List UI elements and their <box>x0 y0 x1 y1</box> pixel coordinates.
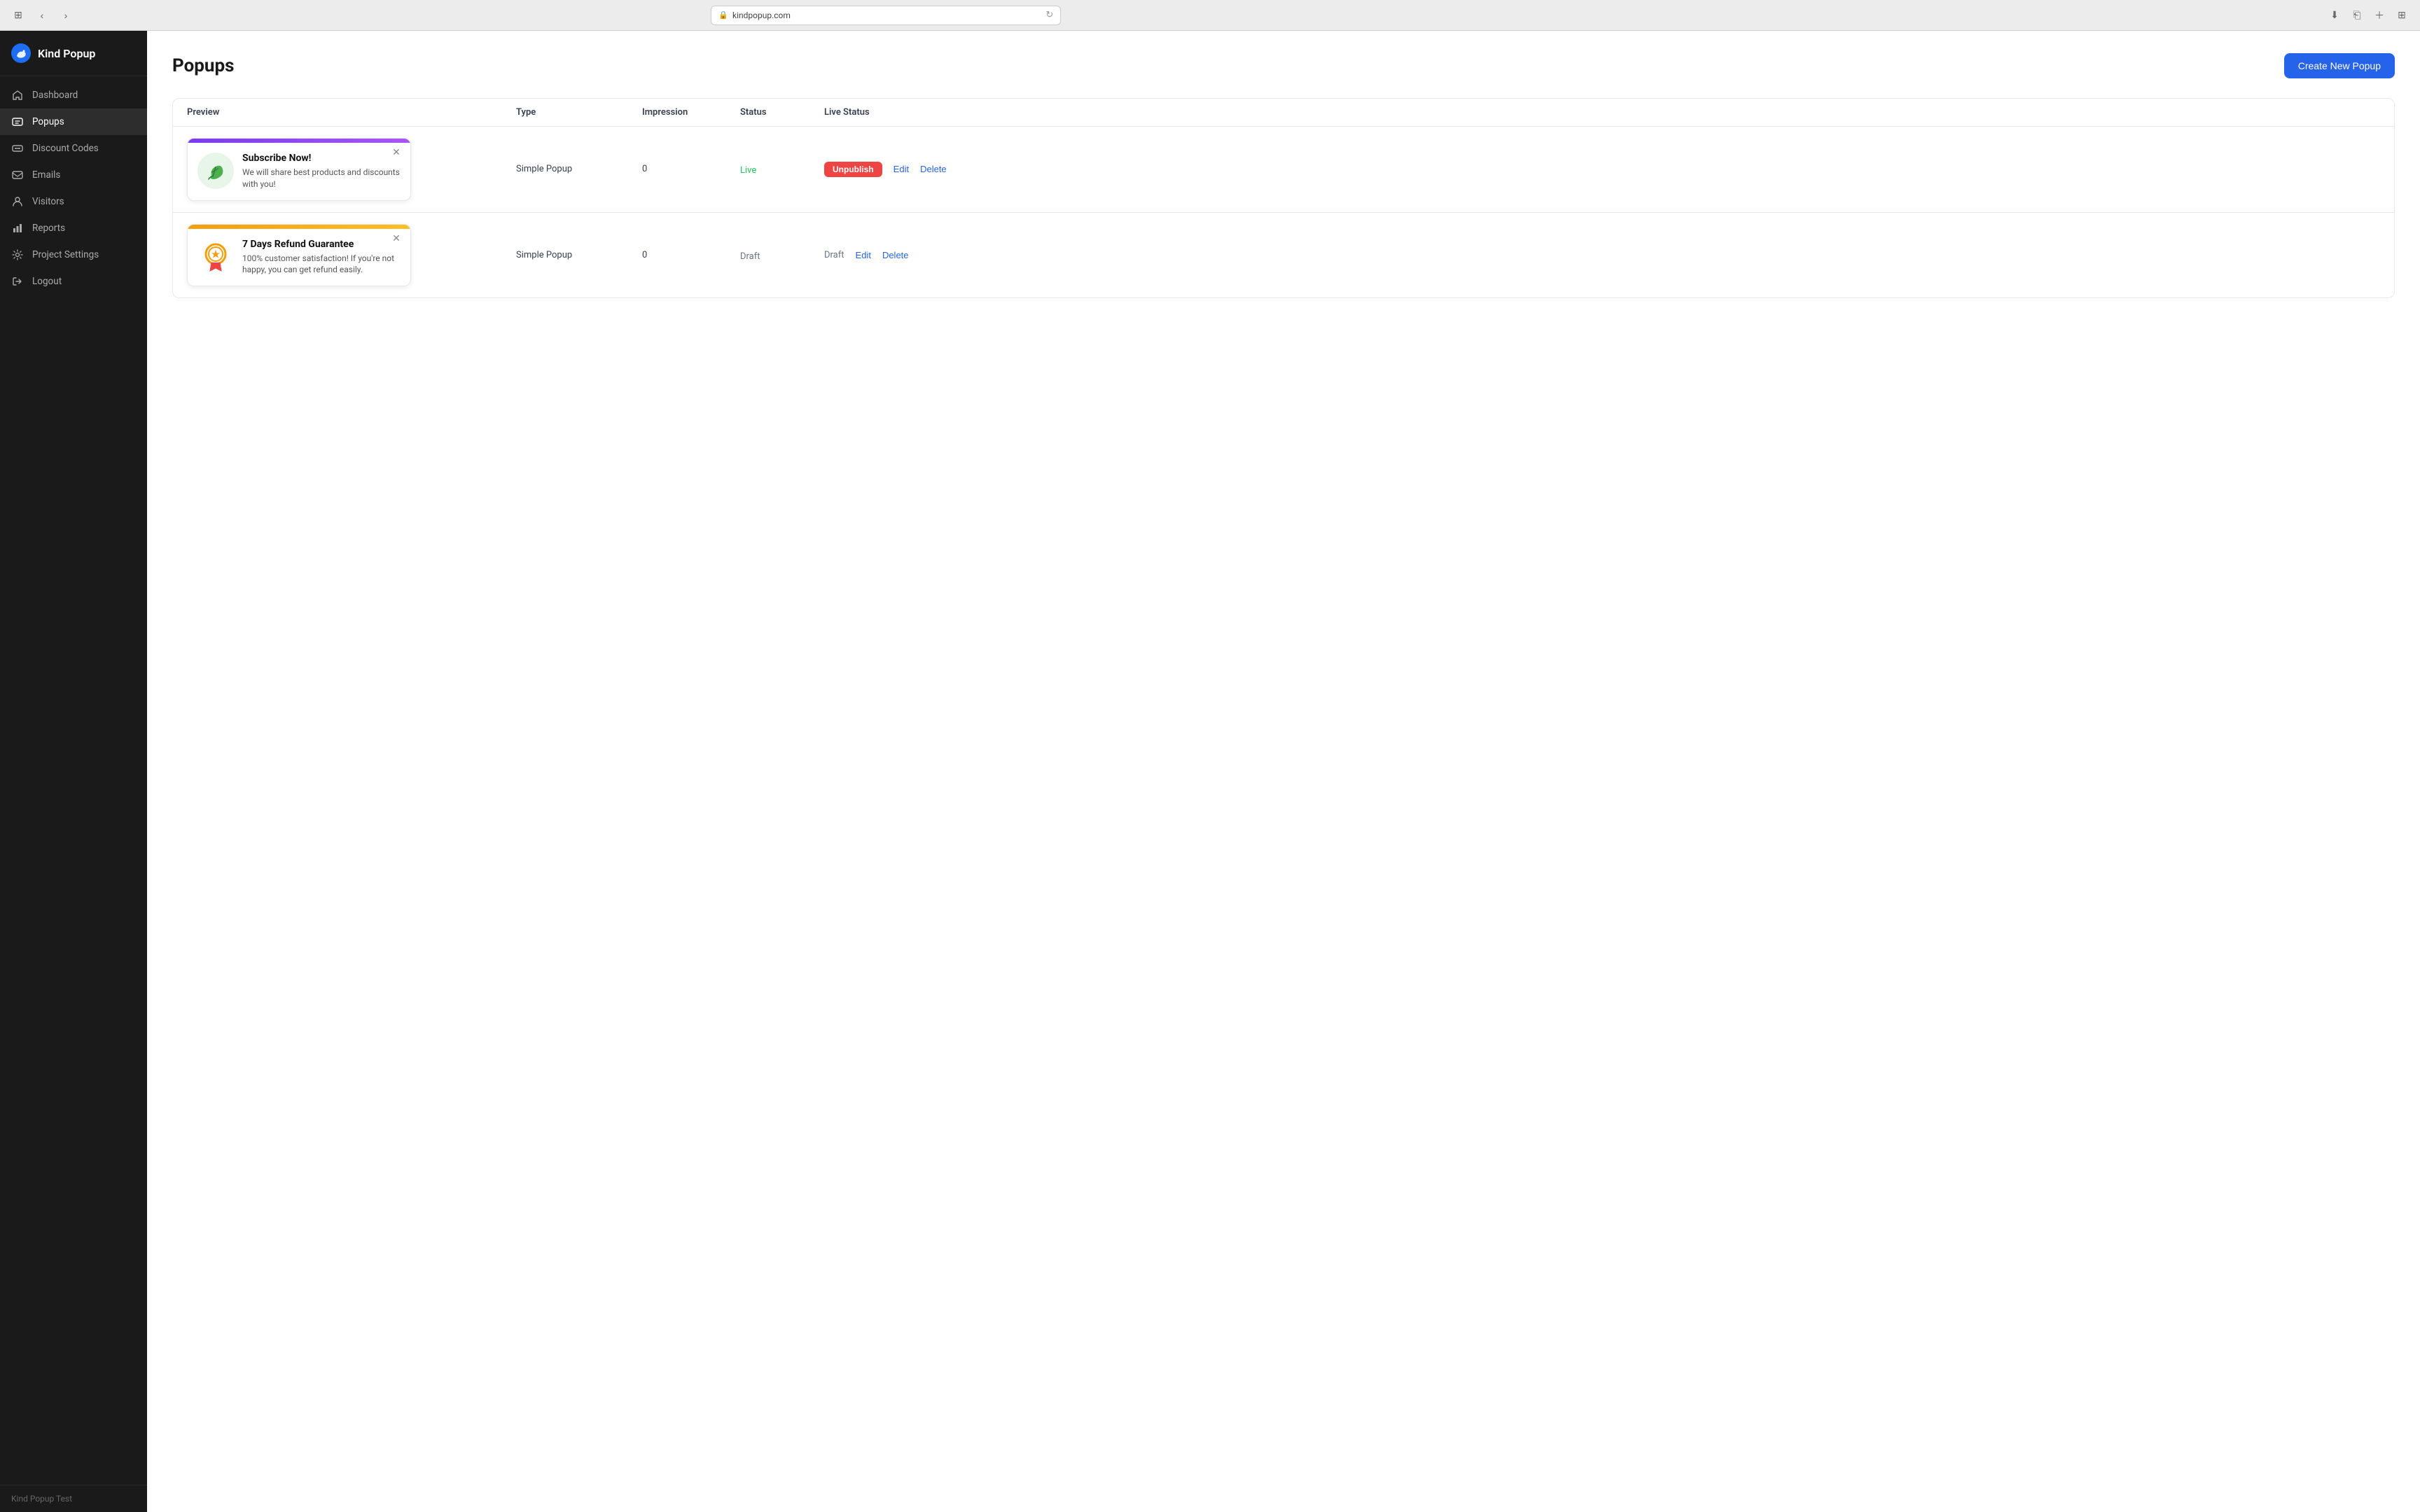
sidebar-item-visitors-label: Visitors <box>32 196 64 207</box>
grid-icon[interactable]: ⊞ <box>2392 6 2412 25</box>
sidebar-item-reports[interactable]: Reports <box>0 215 147 241</box>
header-impression: Impression <box>642 107 740 118</box>
footer-text: Kind Popup Test <box>11 1494 72 1504</box>
header-status: Status <box>740 107 824 118</box>
sidebar-item-project-settings-label: Project Settings <box>32 249 99 260</box>
popup-content-1: Subscribe Now! We will share best produc… <box>188 143 410 200</box>
status-badge-1: Live <box>740 165 756 176</box>
visitors-icon <box>11 195 24 208</box>
sidebar-item-discount-label: Discount Codes <box>32 143 99 154</box>
popup-title-2: 7 Days Refund Guarantee <box>242 239 401 250</box>
sidebar-item-visitors[interactable]: Visitors <box>0 188 147 215</box>
impression-cell-2: 0 <box>642 250 740 260</box>
browser-chrome: ⊞ ‹ › 🔒 kindpopup.com ↻ ⬇ ⎗ ＋ ⊞ <box>0 0 2420 31</box>
live-status-cell-1: Unpublish Edit Delete <box>824 162 2380 177</box>
sidebar-item-popups-label: Popups <box>32 116 64 127</box>
popup-close-1[interactable]: ✕ <box>389 146 403 160</box>
popup-text-area-2: 7 Days Refund Guarantee 100% customer sa… <box>242 239 401 276</box>
sidebar-footer: Kind Popup Test <box>0 1485 147 1512</box>
sidebar-item-logout-label: Logout <box>32 276 62 287</box>
edit-button-1[interactable]: Edit <box>893 164 909 174</box>
home-icon <box>11 89 24 102</box>
browser-controls: ⊞ ‹ › <box>8 6 76 25</box>
sidebar-item-emails[interactable]: Emails <box>0 162 147 188</box>
impression-cell-1: 0 <box>642 164 740 174</box>
popup-icon-area-2 <box>197 239 234 275</box>
leaf-icon <box>197 153 234 189</box>
popup-subtitle-2: 100% customer satisfaction! If you're no… <box>242 253 401 276</box>
create-new-popup-button[interactable]: Create New Popup <box>2284 53 2395 78</box>
edit-button-2[interactable]: Edit <box>856 250 871 260</box>
sidebar-item-dashboard-label: Dashboard <box>32 90 78 101</box>
popup-icon-area-1 <box>197 153 234 189</box>
type-cell-2: Simple Popup <box>516 250 642 260</box>
live-status-draft: Draft <box>824 250 844 260</box>
page-title: Popups <box>172 55 234 76</box>
download-icon[interactable]: ⬇ <box>2325 6 2344 25</box>
popup-preview-2: 7 Days Refund Guarantee 100% customer sa… <box>187 224 411 287</box>
browser-actions: ⬇ ⎗ ＋ ⊞ <box>2325 6 2412 25</box>
popup-preview-1: Subscribe Now! We will share best produc… <box>187 138 411 201</box>
lock-icon: 🔒 <box>718 10 728 20</box>
sidebar-item-dashboard[interactable]: Dashboard <box>0 82 147 108</box>
sidebar-item-reports-label: Reports <box>32 223 65 234</box>
discount-icon <box>11 142 24 155</box>
new-tab-icon[interactable]: ＋ <box>2370 6 2389 25</box>
header-type: Type <box>516 107 642 118</box>
status-cell-1: Live <box>740 162 824 176</box>
sidebar-item-popups[interactable]: Popups <box>0 108 147 135</box>
reload-icon[interactable]: ↻ <box>1045 10 1053 20</box>
forward-button[interactable]: › <box>56 6 76 25</box>
logo-icon <box>11 43 31 63</box>
type-cell-1: Simple Popup <box>516 164 642 174</box>
delete-button-2[interactable]: Delete <box>882 250 909 260</box>
sidebar-item-logout[interactable]: Logout <box>0 268 147 295</box>
sidebar-logo: Kind Popup <box>0 31 147 76</box>
settings-icon <box>11 248 24 261</box>
sidebar-item-emails-label: Emails <box>32 169 60 181</box>
address-bar[interactable]: 🔒 kindpopup.com ↻ <box>711 6 1061 25</box>
status-cell-2: Draft <box>740 248 824 262</box>
sidebar-toggle-button[interactable]: ⊞ <box>8 6 28 25</box>
award-icon <box>197 239 234 275</box>
popup-close-2[interactable]: ✕ <box>389 232 403 246</box>
share-icon[interactable]: ⎗ <box>2347 6 2367 25</box>
popup-content-2: 7 Days Refund Guarantee 100% customer sa… <box>188 229 410 286</box>
header-live-status: Live Status <box>824 107 2380 118</box>
table-row: 7 Days Refund Guarantee 100% customer sa… <box>173 213 2394 298</box>
header-preview: Preview <box>187 107 516 118</box>
reports-icon <box>11 222 24 234</box>
logout-icon <box>11 275 24 288</box>
sidebar-nav: Dashboard Popups <box>0 76 147 1485</box>
delete-button-1[interactable]: Delete <box>920 164 947 174</box>
status-badge-2: Draft <box>740 251 760 262</box>
popups-icon <box>11 115 24 128</box>
logo-text: Kind Popup <box>38 47 95 60</box>
email-icon <box>11 169 24 181</box>
unpublish-button[interactable]: Unpublish <box>824 162 882 177</box>
popup-text-area-1: Subscribe Now! We will share best produc… <box>242 153 401 190</box>
sidebar-item-discount-codes[interactable]: Discount Codes <box>0 135 147 162</box>
page-header: Popups Create New Popup <box>172 53 2395 78</box>
table-row: Subscribe Now! We will share best produc… <box>173 127 2394 213</box>
popup-subtitle-1: We will share best products and discount… <box>242 167 401 190</box>
popup-title-1: Subscribe Now! <box>242 153 401 164</box>
back-button[interactable]: ‹ <box>32 6 52 25</box>
live-status-cell-2: Draft Edit Delete <box>824 250 2380 260</box>
popups-table: Preview Type Impression Status Live Stat… <box>172 98 2395 298</box>
main-content: Popups Create New Popup Preview Type Imp… <box>147 31 2420 1512</box>
sidebar-item-project-settings[interactable]: Project Settings <box>0 241 147 268</box>
url-text: kindpopup.com <box>732 10 791 20</box>
preview-cell-2: 7 Days Refund Guarantee 100% customer sa… <box>187 224 516 287</box>
table-header: Preview Type Impression Status Live Stat… <box>173 99 2394 127</box>
app-wrapper: Kind Popup Dashboard <box>0 31 2420 1512</box>
sidebar: Kind Popup Dashboard <box>0 31 147 1512</box>
preview-cell-1: Subscribe Now! We will share best produc… <box>187 138 516 201</box>
